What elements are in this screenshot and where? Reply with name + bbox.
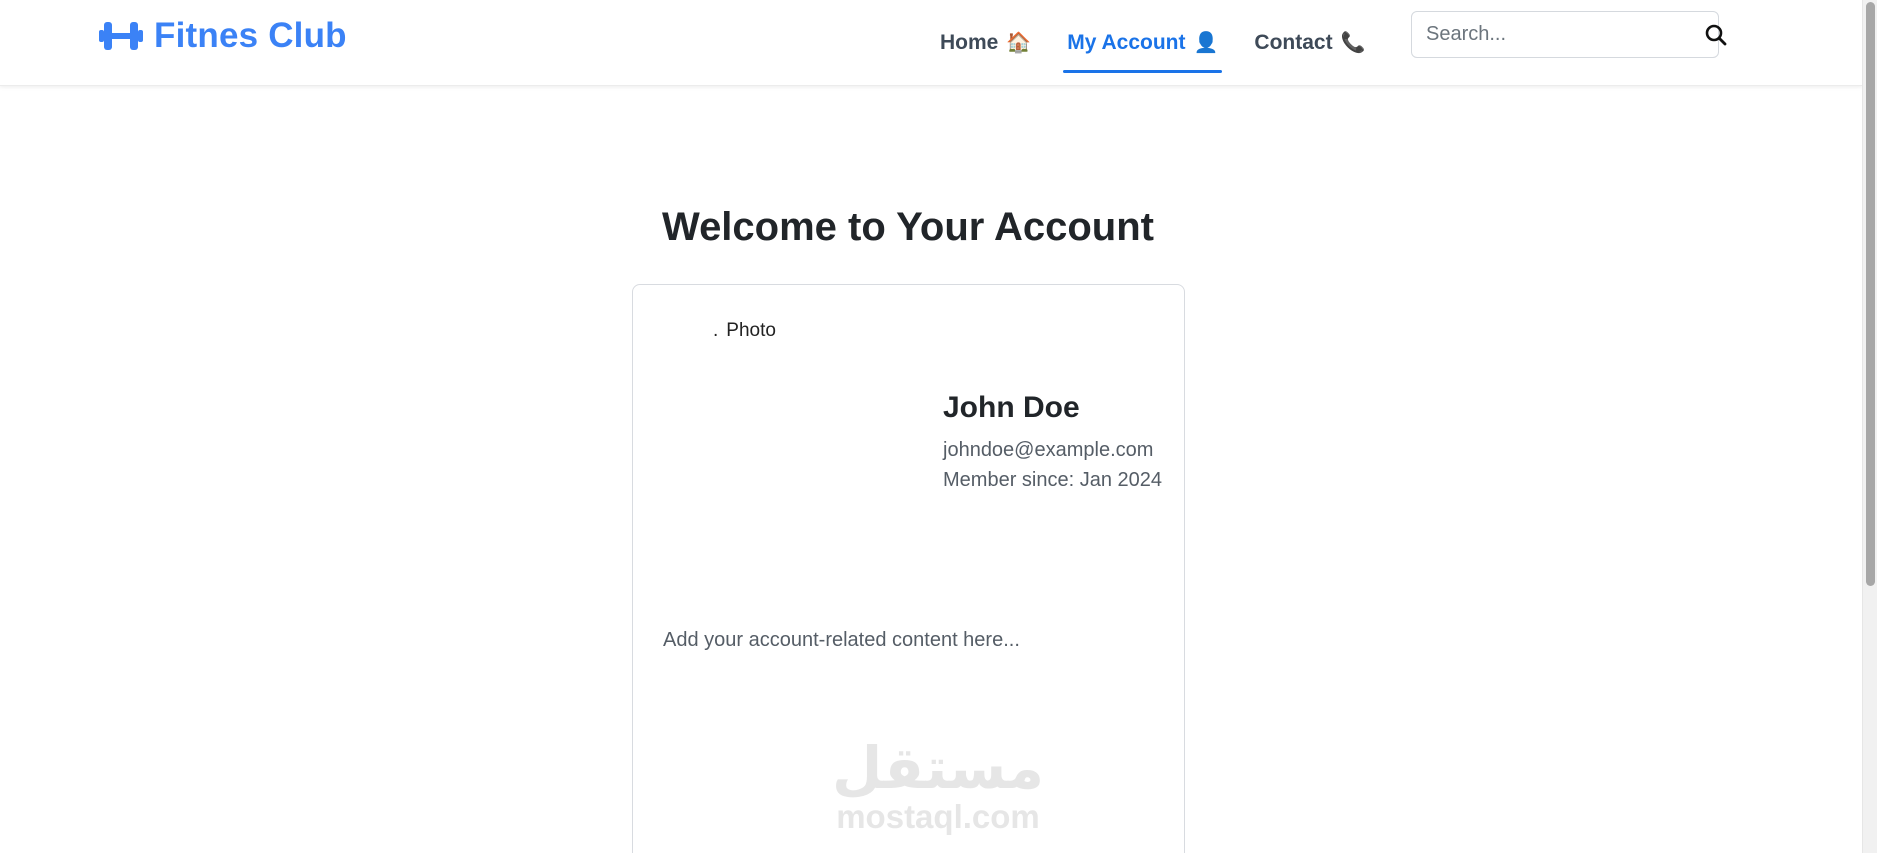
search-box xyxy=(1411,11,1727,58)
dumbbell-icon xyxy=(99,22,143,50)
user-name: John Doe xyxy=(943,391,1080,424)
phone-icon: 📞 xyxy=(1340,32,1366,54)
profile-photo: . Photo xyxy=(713,320,776,342)
user-info: John Doe johndoe@example.com Member sinc… xyxy=(943,391,1162,495)
brand-name: Fitnes Club xyxy=(154,16,347,55)
nav-link-my-account[interactable]: My Account 👤 xyxy=(1057,15,1228,73)
nav-link-label: Contact xyxy=(1254,31,1333,54)
nav-link-home[interactable]: Home 🏠 xyxy=(930,15,1041,71)
watermark-latin: mostaql.com xyxy=(836,798,1040,835)
scrollbar[interactable] xyxy=(1862,0,1877,853)
watermark: مستقل mostaql.com xyxy=(823,737,1053,835)
account-card: . Photo John Doe johndoe@example.com Memb… xyxy=(632,284,1185,853)
navbar: Fitnes Club Home 🏠 My Account 👤 Contact … xyxy=(0,0,1862,86)
account-content-placeholder: Add your account-related content here... xyxy=(663,629,1020,651)
nav-link-label: Home xyxy=(940,31,999,54)
broken-image-icon: . xyxy=(713,320,719,341)
page-title: Welcome to Your Account xyxy=(662,205,1154,249)
user-email: johndoe@example.com xyxy=(943,439,1154,461)
brand-logo[interactable]: Fitnes Club xyxy=(98,16,347,56)
user-icon: 👤 xyxy=(1193,32,1219,54)
photo-alt-text: Photo xyxy=(726,320,776,341)
nav-links: Home 🏠 My Account 👤 Contact 📞 xyxy=(930,0,1391,86)
nav-link-label: My Account xyxy=(1067,31,1186,54)
home-icon: 🏠 xyxy=(1006,32,1032,54)
nav-link-contact[interactable]: Contact 📞 xyxy=(1244,15,1375,71)
member-since: Member since: Jan 2024 xyxy=(943,469,1163,491)
search-button[interactable] xyxy=(1705,12,1727,57)
search-input[interactable] xyxy=(1412,12,1705,57)
scrollbar-thumb[interactable] xyxy=(1866,2,1875,586)
search-icon xyxy=(1705,24,1727,45)
watermark-arabic: مستقل xyxy=(831,734,1045,802)
